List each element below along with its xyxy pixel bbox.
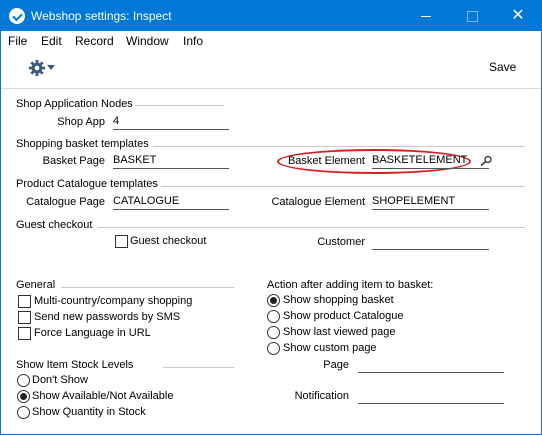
catalogue-page-label: Catalogue Page [26, 196, 105, 208]
page-field[interactable] [358, 358, 504, 373]
menu-record[interactable]: Record [75, 34, 114, 48]
stock-levels-heading: Show Item Stock Levels [16, 359, 134, 371]
after-add-heading: Action after adding item to basket: [267, 279, 434, 291]
basket-page-field[interactable]: BASKET [113, 154, 229, 169]
divider [153, 146, 525, 147]
sms-passwords-label: Send new passwords by SMS [34, 311, 181, 323]
show-basket-radio[interactable] [267, 294, 280, 307]
multi-country-label: Multi-country/company shopping [34, 295, 193, 307]
menu-bar: File Edit Record Window Info [1, 31, 541, 52]
show-available-radio[interactable] [17, 390, 30, 403]
show-custom-page-radio[interactable] [267, 342, 280, 355]
show-custom-page-label: Show custom page [283, 342, 377, 354]
menu-window[interactable]: Window [126, 34, 169, 48]
shop-app-nodes-heading: Shop Application Nodes [16, 98, 133, 110]
guest-checkout-checkbox[interactable] [115, 235, 128, 248]
divider [163, 367, 234, 368]
customer-label: Customer [317, 236, 365, 248]
catalogue-element-label: Catalogue Element [271, 196, 365, 208]
search-icon[interactable] [479, 155, 493, 167]
shop-app-label: Shop App [57, 116, 105, 128]
maximize-button[interactable] [449, 1, 495, 31]
notification-label: Notification [294, 390, 349, 402]
settings-form: Shop Application Nodes Shop App 4 Shoppi… [1, 89, 541, 434]
notification-field[interactable] [358, 389, 504, 404]
webshop-settings-window: Webshop settings: Inspect ✕ File Edit Re… [0, 0, 542, 435]
show-catalogue-radio[interactable] [267, 310, 280, 323]
catalogue-page-field[interactable]: CATALOGUE [113, 195, 229, 210]
basket-page-label: Basket Page [42, 155, 105, 167]
basket-templates-heading: Shopping basket templates [16, 138, 149, 150]
maximize-icon [466, 11, 478, 23]
customer-field[interactable] [372, 235, 489, 250]
guest-checkout-heading: Guest checkout [16, 219, 93, 231]
show-quantity-radio[interactable] [17, 406, 30, 419]
title-bar[interactable]: Webshop settings: Inspect ✕ [1, 1, 541, 31]
basket-element-field[interactable]: BASKETELEMENT [372, 154, 489, 169]
divider [135, 105, 224, 106]
window-title: Webshop settings: Inspect [31, 9, 172, 23]
catalogue-element-field[interactable]: SHOPELEMENT [372, 195, 489, 210]
divider [61, 287, 234, 288]
chevron-down-icon[interactable] [47, 65, 55, 70]
multi-country-checkbox[interactable] [18, 295, 31, 308]
page-label: Page [323, 359, 349, 371]
general-heading: General [16, 279, 56, 291]
app-check-icon [9, 8, 25, 24]
catalogue-templates-heading: Product Catalogue templates [16, 178, 158, 190]
minimize-icon [421, 16, 431, 18]
sms-passwords-checkbox[interactable] [18, 311, 31, 324]
show-basket-label: Show shopping basket [283, 294, 394, 306]
menu-edit[interactable]: Edit [41, 34, 62, 48]
divider [161, 186, 525, 187]
show-quantity-label: Show Quantity in Stock [32, 406, 146, 418]
divider [98, 227, 525, 228]
dont-show-radio[interactable] [17, 374, 30, 387]
show-available-label: Show Available/Not Available [32, 390, 174, 402]
save-button[interactable]: Save [489, 60, 516, 74]
gear-icon[interactable] [28, 59, 46, 77]
basket-element-label: Basket Element [287, 155, 365, 167]
show-last-viewed-label: Show last viewed page [283, 326, 396, 338]
menu-info[interactable]: Info [183, 34, 203, 48]
minimize-button[interactable] [403, 1, 449, 31]
shop-app-field[interactable]: 4 [113, 115, 229, 130]
toolbar: Save [1, 52, 541, 89]
guest-checkout-label: Guest checkout [130, 235, 207, 247]
show-catalogue-label: Show product Catalogue [283, 310, 404, 322]
close-button[interactable]: ✕ [495, 1, 541, 31]
menu-file[interactable]: File [8, 34, 27, 48]
show-last-viewed-radio[interactable] [267, 326, 280, 339]
force-language-label: Force Language in URL [34, 327, 151, 339]
force-language-checkbox[interactable] [18, 327, 31, 340]
dont-show-label: Don't Show [32, 374, 88, 386]
